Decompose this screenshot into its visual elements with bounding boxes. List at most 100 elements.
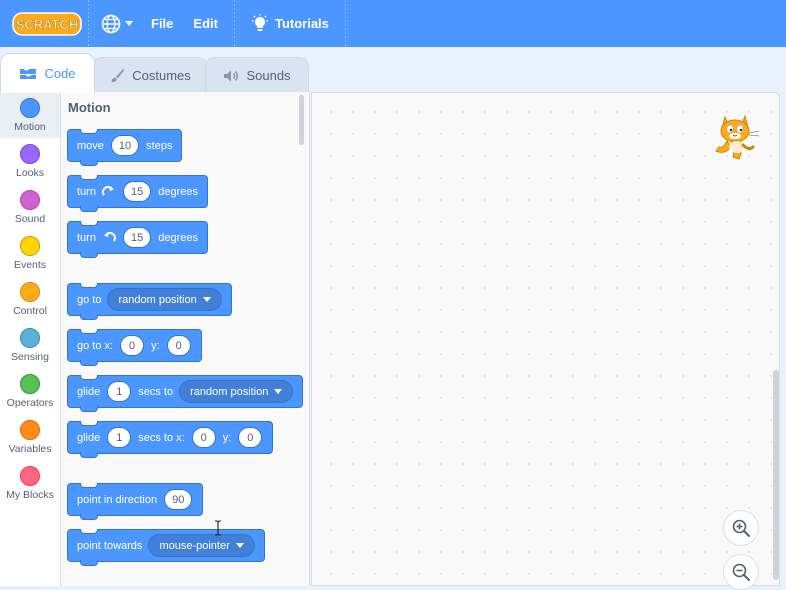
tutorials-button[interactable]: Tutorials <box>241 0 339 47</box>
category-label: Control <box>13 305 47 317</box>
script-workspace[interactable] <box>311 92 780 586</box>
block-text: go to <box>77 293 102 306</box>
tab-costumes[interactable]: Costumes <box>92 57 208 93</box>
block-point-towards[interactable]: point towards mouse-pointer <box>67 529 265 566</box>
sprite-cat-icon <box>715 114 760 160</box>
block-text: y: <box>151 339 160 352</box>
block-go-to-xy[interactable]: go to x: 0 y: 0 <box>67 329 202 366</box>
scratch-logo[interactable]: SCRATCH <box>12 11 82 37</box>
category-sensing-icon <box>20 328 40 348</box>
category-label: Variables <box>8 443 52 455</box>
chevron-down-icon <box>274 389 283 394</box>
y-input[interactable]: 0 <box>238 427 263 448</box>
workspace-scrollbar[interactable] <box>773 370 779 580</box>
point-towards-dropdown[interactable]: mouse-pointer <box>148 534 255 557</box>
edit-menu-label: Edit <box>193 16 218 31</box>
block-text: turn <box>77 231 96 244</box>
category-sound-icon <box>20 190 40 210</box>
chevron-down-icon <box>235 543 244 548</box>
speaker-icon <box>224 70 239 81</box>
block-move-steps[interactable]: move 10 steps <box>67 129 183 166</box>
category-label: Operators <box>6 397 54 409</box>
category-motion[interactable]: Motion <box>0 92 60 138</box>
code-icon <box>20 68 37 79</box>
category-looks[interactable]: Looks <box>0 138 60 184</box>
x-input[interactable]: 0 <box>191 427 216 448</box>
block-text: glide <box>77 431 101 444</box>
y-input[interactable]: 0 <box>166 335 191 356</box>
block-text: turn <box>77 185 96 198</box>
chevron-down-icon <box>125 21 133 26</box>
tab-costumes-label: Costumes <box>132 68 191 83</box>
steps-input[interactable]: 10 <box>110 135 140 156</box>
text-cursor-icon <box>215 520 221 536</box>
block-point-direction[interactable]: point in direction 90 <box>67 483 204 520</box>
block-text: go to x: <box>77 339 114 352</box>
block-text: move <box>77 139 104 152</box>
block-text: secs to x: <box>138 431 185 444</box>
block-go-to[interactable]: go to random position <box>67 283 232 320</box>
tab-code-label: Code <box>44 66 76 81</box>
category-label: Looks <box>15 167 45 179</box>
menu-bar: SCRATCH File Edit Tutorials <box>0 0 786 47</box>
secs-input[interactable]: 1 <box>107 381 132 402</box>
category-my-blocks-icon <box>20 466 40 486</box>
category-operators[interactable]: Operators <box>0 368 60 414</box>
zoom-out-button[interactable] <box>723 554 759 590</box>
secs-input[interactable]: 1 <box>107 427 132 448</box>
category-menu: Motion Looks Sound Events Control Sensin… <box>0 92 61 586</box>
dropdown-value: mouse-pointer <box>159 539 230 552</box>
zoom-in-icon <box>732 519 750 537</box>
category-events[interactable]: Events <box>0 230 60 276</box>
category-events-icon <box>20 236 40 256</box>
block-text: degrees <box>158 231 198 244</box>
go-to-target-dropdown[interactable]: random position <box>107 288 222 311</box>
editor-tabs: Code Costumes Sounds <box>0 47 786 93</box>
block-text: glide <box>77 385 101 398</box>
file-menu[interactable]: File <box>141 0 183 47</box>
category-sensing[interactable]: Sensing <box>0 322 60 368</box>
category-label: Events <box>13 259 47 271</box>
degrees-input[interactable]: 15 <box>122 181 152 202</box>
category-label: Sound <box>14 213 46 225</box>
block-text: point in direction <box>77 493 158 506</box>
category-control-icon <box>20 282 40 302</box>
tab-code[interactable]: Code <box>0 53 95 93</box>
zoom-in-button[interactable] <box>723 510 759 546</box>
block-glide-xy[interactable]: glide 1 secs to x: 0 y: 0 <box>67 421 274 458</box>
category-label: Motion <box>14 121 46 133</box>
category-control[interactable]: Control <box>0 276 60 322</box>
svg-text:SCRATCH: SCRATCH <box>16 17 79 32</box>
block-glide-to[interactable]: glide 1 secs to random position <box>67 375 304 412</box>
menu-separator <box>344 0 346 47</box>
category-variables-icon <box>20 420 40 440</box>
block-text: point towards <box>77 539 143 552</box>
category-variables[interactable]: Variables <box>0 414 60 460</box>
chevron-down-icon <box>202 297 211 302</box>
globe-icon <box>101 14 121 33</box>
menu-separator <box>233 0 235 47</box>
tutorials-label: Tutorials <box>274 16 329 31</box>
degrees-input[interactable]: 15 <box>122 227 152 248</box>
category-looks-icon <box>20 144 40 164</box>
category-my-blocks[interactable]: My Blocks <box>0 460 60 506</box>
palette-scrollbar[interactable] <box>299 95 304 145</box>
block-turn-left[interactable]: turn 15 degrees <box>67 221 208 258</box>
direction-input[interactable]: 90 <box>164 489 193 510</box>
block-turn-right[interactable]: turn 15 degrees <box>67 175 208 212</box>
tab-sounds[interactable]: Sounds <box>205 57 309 93</box>
block-text: steps <box>146 139 173 152</box>
category-label: My Blocks <box>6 489 54 501</box>
glide-target-dropdown[interactable]: random position <box>179 380 294 403</box>
x-input[interactable]: 0 <box>120 335 145 356</box>
rotate-left-icon <box>103 231 116 242</box>
dropdown-value: random position <box>190 385 269 398</box>
palette-category-title: Motion <box>68 100 111 115</box>
block-text: y: <box>222 431 232 444</box>
brush-icon <box>111 68 125 82</box>
category-sound[interactable]: Sound <box>0 184 60 230</box>
block-text: degrees <box>158 185 198 198</box>
tab-sounds-label: Sounds <box>246 68 291 83</box>
language-menu[interactable] <box>95 0 141 47</box>
edit-menu[interactable]: Edit <box>183 0 228 47</box>
